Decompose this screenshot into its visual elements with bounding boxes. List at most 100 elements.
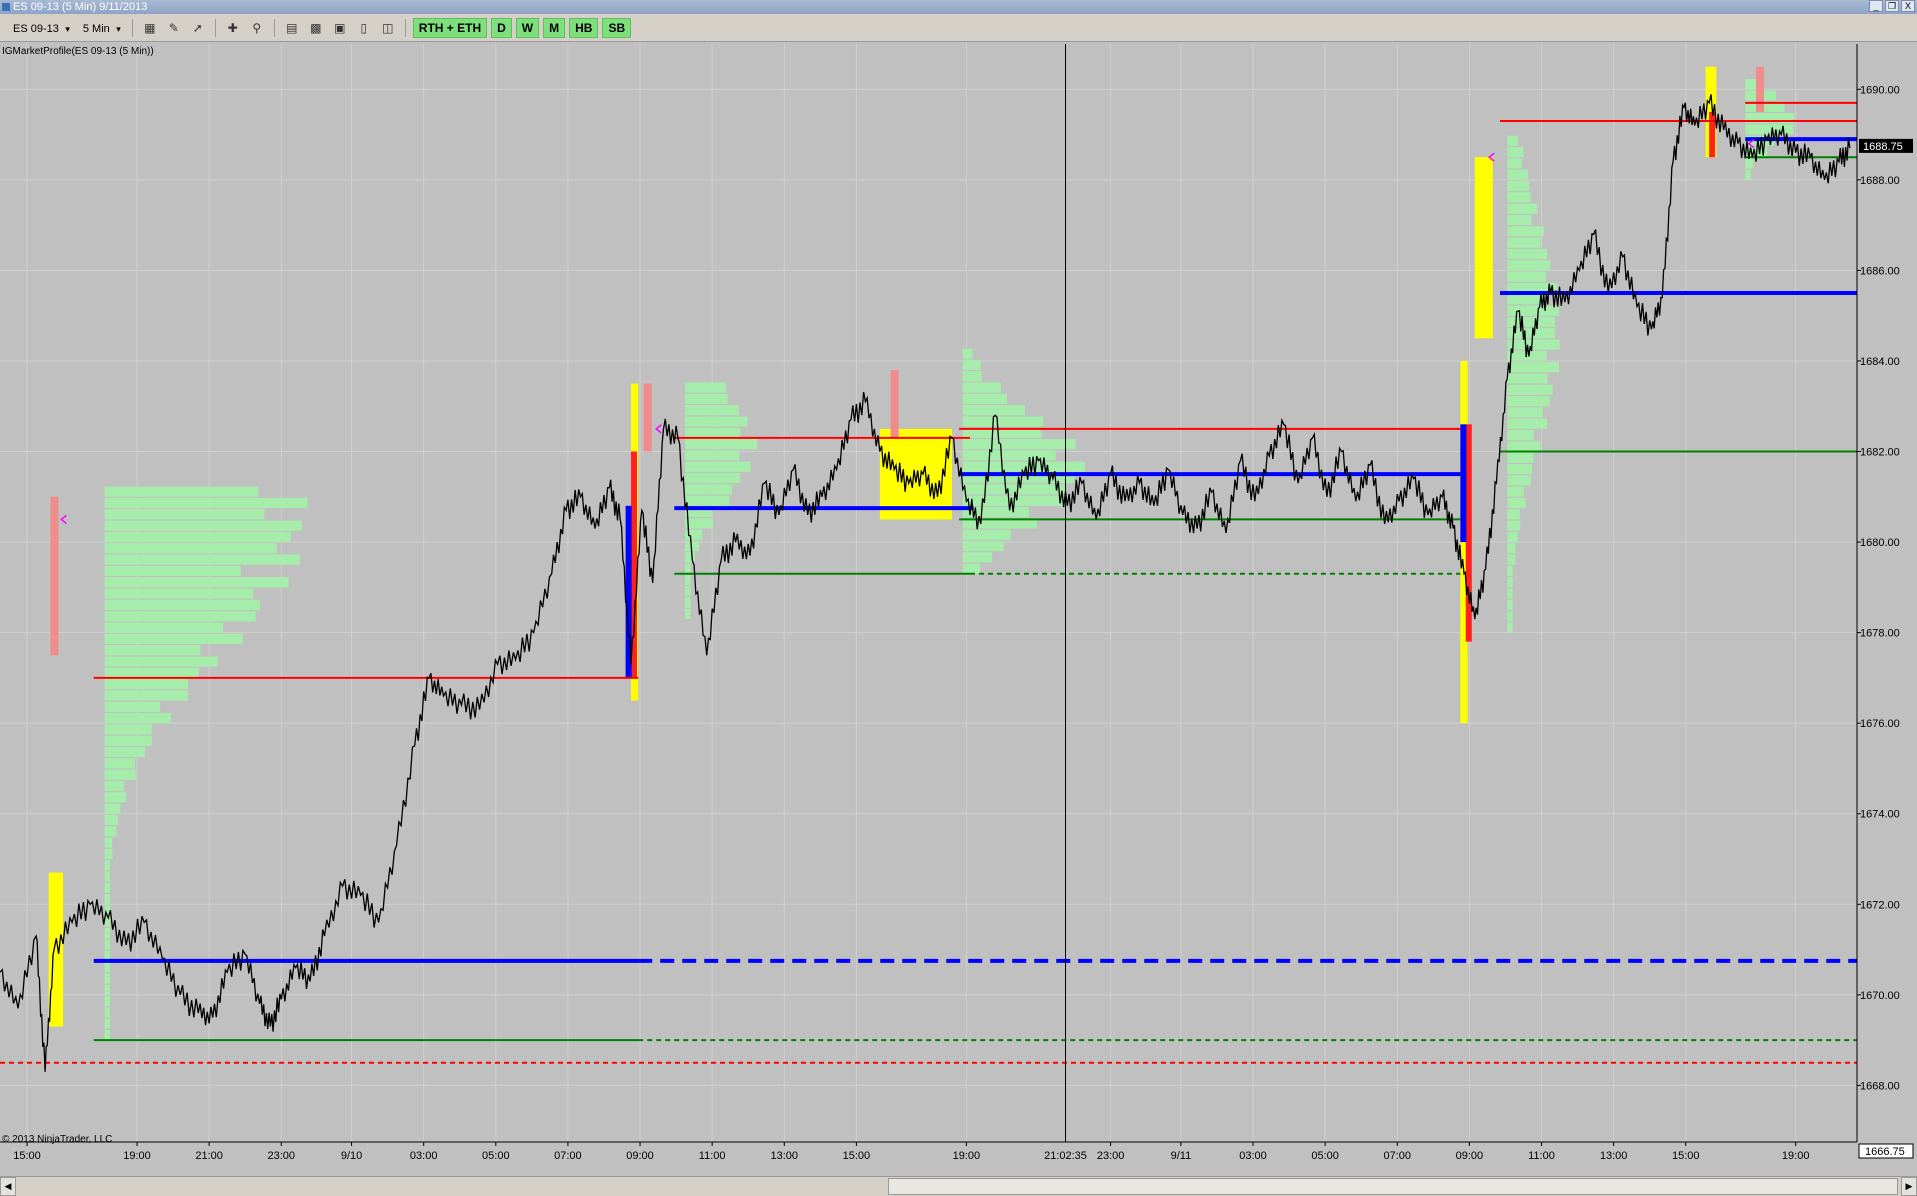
volume-profile-bar: [1507, 147, 1524, 158]
minimize-button[interactable]: _: [1869, 0, 1883, 12]
volume-profile-bar: [1507, 565, 1513, 577]
data-box-icon[interactable]: ▣: [330, 19, 350, 37]
volume-profile-bar: [1745, 158, 1754, 169]
y-tick-label: 1676.00: [1860, 718, 1900, 730]
volume-profile-bar: [104, 531, 291, 543]
y-tick-label: 1682.00: [1860, 447, 1900, 459]
bar-style-icon[interactable]: ▦: [140, 19, 160, 37]
volume-profile-bar: [104, 577, 289, 588]
volume-profile-bar: [1745, 169, 1751, 180]
volume-profile-bar: [104, 984, 110, 995]
window-title: ES 09-13 (5 Min) 9/11/2013: [13, 1, 148, 13]
volume-profile-bar: [685, 439, 758, 450]
volume-profile-bar: [1507, 407, 1543, 418]
restore-button[interactable]: ❐: [1885, 0, 1899, 12]
volume-profile-bar: [1507, 260, 1551, 271]
toolbar-separator: [131, 18, 133, 37]
pencil-icon[interactable]: ✎: [164, 19, 184, 37]
y-tick-label: 1668.00: [1860, 1080, 1900, 1092]
volume-profile-bar: [685, 484, 732, 495]
toolbar-separator: [404, 18, 406, 37]
scroll-left-button[interactable]: ◀: [0, 1177, 16, 1196]
window-controls: _ ❐ X: [1869, 0, 1915, 12]
week-button[interactable]: W: [515, 17, 540, 38]
volume-profile-bar: [962, 484, 1065, 495]
volume-profile-bar: [104, 882, 110, 893]
sb-button[interactable]: SB: [602, 17, 632, 38]
volume-profile-bar: [962, 461, 1085, 472]
drawing-tool-icon[interactable]: ➚: [188, 19, 208, 37]
volume-profile-bar: [104, 497, 308, 509]
volume-profile-bar: [104, 848, 113, 860]
scroll-right-button[interactable]: ▶: [1901, 1177, 1917, 1196]
range-bar: [1465, 424, 1472, 642]
window-titlebar: ES 09-13 (5 Min) 9/11/2013 _ ❐ X: [0, 0, 1917, 14]
tpo-column: [890, 370, 899, 438]
volume-profile-bar: [1507, 486, 1524, 497]
volume-profile-bar: [104, 486, 259, 497]
x-tick-label: 23:00: [267, 1150, 295, 1162]
volume-profile-bar: [1745, 79, 1758, 90]
volume-profile-bar: [1507, 248, 1548, 260]
volume-profile-bar: [1507, 588, 1513, 599]
month-button[interactable]: M: [543, 17, 566, 38]
volume-profile-bar: [1507, 463, 1533, 475]
copyright-text: © 2013 NinjaTrader, LLC: [2, 1134, 113, 1145]
volume-profile-bar: [1507, 441, 1541, 452]
chart-trader-icon[interactable]: ◫: [378, 19, 398, 37]
x-tick-label: 03:00: [1239, 1150, 1267, 1162]
indicator-icon[interactable]: ▯: [354, 19, 374, 37]
y-tick-label: 1686.00: [1860, 265, 1900, 277]
volume-profile-bar: [685, 586, 691, 597]
crosshair-icon[interactable]: ✚: [223, 19, 243, 37]
volume-profile-bar: [685, 393, 728, 404]
x-tick-label: 9/11: [1171, 1150, 1192, 1162]
x-tick-label: 21:00: [195, 1150, 223, 1162]
price-chart[interactable]: 21:02:35 1668.00 1670.00 1672.00 1674.00 167…: [0, 44, 1917, 1176]
volume-profile-bar: [104, 724, 152, 735]
y-tick-label: 1680.00: [1860, 537, 1900, 549]
toolbar-separator: [214, 18, 216, 37]
tpo-column: [1756, 66, 1765, 112]
close-button[interactable]: X: [1901, 0, 1915, 12]
volume-profile-bar: [685, 552, 695, 563]
volume-profile-bar: [685, 563, 691, 574]
volume-profile-bar: [104, 792, 127, 803]
strategy-icon[interactable]: ▩: [306, 19, 326, 37]
horizontal-scrollbar[interactable]: ◀ ▶: [0, 1176, 1917, 1196]
scroll-thumb[interactable]: [888, 1178, 1898, 1195]
volume-profile-bar: [104, 645, 201, 656]
instrument-select[interactable]: ES 09-13: [8, 19, 74, 38]
volume-profile-bar: [1507, 373, 1548, 384]
interval-select[interactable]: 5 Min: [78, 19, 125, 38]
rth-eth-button[interactable]: RTH + ETH: [412, 17, 488, 38]
x-tick-label: 9/10: [341, 1150, 362, 1162]
volume-profile-bar: [104, 939, 110, 950]
volume-profile-bar: [1507, 135, 1519, 146]
zoom-icon[interactable]: ⚲: [247, 19, 267, 37]
volume-profile-bar: [1507, 429, 1534, 441]
volume-profile-bar: [962, 552, 993, 563]
volume-profile-bar: [685, 382, 727, 393]
volume-profile-bar: [1507, 237, 1541, 248]
volume-profile-bar: [1507, 362, 1559, 373]
volume-profile-bar: [1507, 271, 1546, 282]
volume-profile-bar: [962, 382, 1001, 393]
y-tick-label: 1670.00: [1860, 990, 1900, 1002]
tpo-column: [643, 383, 652, 452]
x-tick-label: 11:00: [1528, 1150, 1555, 1162]
y-tick-label: 1672.00: [1860, 899, 1900, 911]
x-tick-label: 03:00: [410, 1150, 438, 1162]
day-button[interactable]: D: [491, 17, 512, 38]
x-tick-label: 13:00: [771, 1150, 799, 1162]
volume-profile-bar: [685, 405, 739, 416]
volume-profile-bar: [962, 393, 1007, 404]
volume-profile-bar: [104, 973, 110, 984]
volume-profile-bar: [104, 928, 110, 939]
volume-profile-bar: [962, 405, 1026, 416]
volume-profile-bar: [104, 962, 110, 973]
volume-profile-bar: [685, 597, 691, 608]
x-tick-label: 05:00: [482, 1150, 510, 1162]
properties-icon[interactable]: ▤: [282, 19, 302, 37]
hb-button[interactable]: HB: [569, 17, 599, 38]
